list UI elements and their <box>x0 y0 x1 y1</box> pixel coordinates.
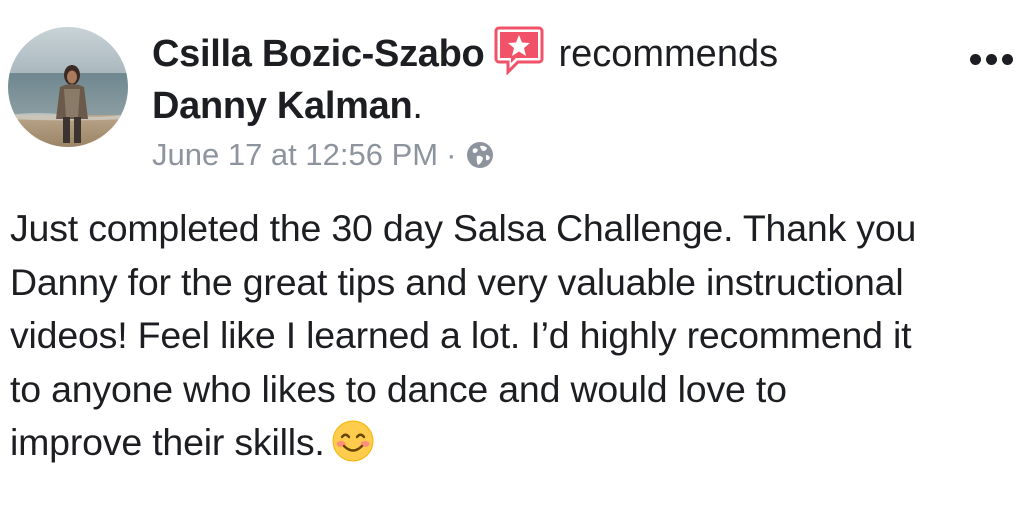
more-options-icon <box>969 53 981 65</box>
post-body-line: Just completed the 30 day Salsa Challeng… <box>10 207 917 249</box>
action-text: recommends <box>558 32 779 75</box>
smiling-face-emoji-icon <box>331 419 375 463</box>
post-body-line: videos! Feel like I learned a lot. I’d h… <box>10 314 912 356</box>
globe-icon[interactable] <box>465 140 495 170</box>
more-options-button[interactable] <box>963 44 1019 74</box>
post-body: Just completed the 30 day Salsa Challeng… <box>10 202 1030 470</box>
post-header: Csilla Bozic-Szabo recommends <box>152 26 779 78</box>
meta-separator: · <box>446 137 457 172</box>
avatar[interactable] <box>8 27 128 147</box>
post-timestamp[interactable]: June 17 at 12:56 PM <box>152 137 438 173</box>
recommended-page-line: Danny Kalman. <box>152 82 423 130</box>
author-name[interactable]: Csilla Bozic-Szabo <box>152 33 485 76</box>
post-body-line: improve their skills. <box>10 421 325 463</box>
more-options-icon-dot <box>985 53 997 65</box>
post-body-line: Danny for the great tips and very valuab… <box>10 260 904 303</box>
more-options-icon-dot <box>1001 53 1013 65</box>
post-body-last-line: improve their skills. <box>10 416 1030 470</box>
post-meta: June 17 at 12:56 PM · <box>152 134 495 176</box>
post-body-line: to anyone who likes to dance and would l… <box>10 367 787 410</box>
avatar-photo <box>8 27 128 147</box>
recommended-suffix: . <box>412 84 423 127</box>
recommend-star-icon <box>494 25 544 76</box>
recommendation-post: Csilla Bozic-Szabo recommends Danny Kalm… <box>0 0 1035 521</box>
recommended-page-link[interactable]: Danny Kalman <box>152 85 413 128</box>
